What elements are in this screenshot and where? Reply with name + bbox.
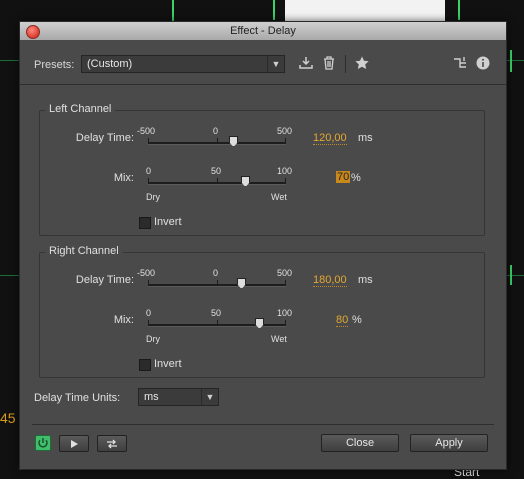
right-delay-value[interactable]: 180,00 [313, 274, 347, 287]
waveform-spike [458, 0, 460, 20]
right-mix-dry-label: Dry [146, 334, 160, 344]
play-icon [71, 440, 78, 448]
right-delay-label: Delay Time: [75, 274, 134, 286]
tick-mark [217, 138, 218, 143]
tick-mark [217, 320, 218, 325]
right-mix-tick-mid: 50 [211, 308, 222, 318]
left-delay-unit: ms [358, 132, 373, 144]
tick-mark [217, 280, 218, 285]
right-delay-tick-max: 500 [277, 268, 293, 278]
power-icon [38, 438, 48, 448]
waveform-spike [510, 50, 512, 72]
right-mix-unit: % [352, 314, 362, 326]
presets-label: Presets: [34, 59, 75, 71]
right-invert-checkbox[interactable] [139, 359, 151, 371]
chevron-down-icon: ▼ [201, 389, 218, 405]
left-delay-tick-mid: 0 [213, 126, 219, 136]
left-mix-tick-min: 0 [146, 166, 152, 176]
waveform-spike [510, 265, 512, 285]
window-title: Effect - Delay [230, 25, 296, 37]
tick-mark [148, 138, 149, 143]
presets-dropdown[interactable]: (Custom) ▼ [81, 55, 285, 73]
right-delay-tick-min: -500 [137, 268, 156, 278]
tick-mark [217, 178, 218, 183]
loop-icon [107, 439, 117, 449]
close-button[interactable]: Close [321, 434, 399, 452]
left-delay-value[interactable]: 120,00 [313, 132, 347, 145]
tick-mark [148, 320, 149, 325]
left-mix-tick-mid: 50 [211, 166, 222, 176]
left-mix-label: Mix: [113, 172, 134, 184]
left-invert-label: Invert [154, 216, 182, 228]
left-mix-wet-label: Wet [271, 192, 287, 202]
apply-button[interactable]: Apply [410, 434, 488, 452]
tick-mark [285, 280, 286, 285]
right-delay-tick-mid: 0 [213, 268, 219, 278]
power-toggle-button[interactable] [35, 435, 51, 451]
right-mix-wet-label: Wet [271, 334, 287, 344]
tick-mark [285, 178, 286, 183]
left-channel-title: Left Channel [45, 103, 116, 115]
delay-units-dropdown[interactable]: ms ▼ [138, 388, 219, 406]
right-channel-title: Right Channel [45, 245, 123, 257]
delay-units-value: ms [144, 391, 159, 403]
tick-mark [148, 178, 149, 183]
delay-units-label: Delay Time Units: [34, 392, 121, 404]
routing-icon[interactable] [452, 55, 468, 74]
left-mix-unit: % [351, 172, 361, 184]
right-mix-tick-min: 0 [146, 308, 152, 318]
close-window-button[interactable] [26, 25, 40, 39]
play-button[interactable] [59, 435, 89, 452]
left-mix-value[interactable]: 70 [336, 171, 351, 183]
left-delay-tick-min: -500 [137, 126, 156, 136]
tick-mark [285, 138, 286, 143]
chevron-down-icon: ▼ [267, 56, 284, 72]
divider [20, 84, 506, 85]
right-mix-value[interactable]: 80 [336, 314, 349, 327]
presets-value: (Custom) [87, 58, 133, 70]
divider [32, 424, 494, 425]
effect-delay-dialog: Effect - Delay Presets: (Custom) ▼ Left … [19, 21, 507, 470]
left-mix-tick-max: 100 [277, 166, 293, 176]
star-icon[interactable] [354, 55, 370, 74]
right-mix-label: Mix: [113, 314, 134, 326]
left-mix-dry-label: Dry [146, 192, 160, 202]
left-delay-label: Delay Time: [75, 132, 134, 144]
delete-preset-icon[interactable] [321, 55, 337, 74]
left-invert-checkbox[interactable] [139, 217, 151, 229]
info-icon[interactable] [475, 55, 491, 74]
loop-button[interactable] [97, 435, 127, 452]
tick-mark [285, 320, 286, 325]
save-preset-icon[interactable] [298, 55, 314, 74]
left-delay-tick-max: 500 [277, 126, 293, 136]
waveform-spike [273, 0, 275, 20]
toolbar-separator [345, 55, 346, 73]
right-mix-tick-max: 100 [277, 308, 293, 318]
right-invert-label: Invert [154, 358, 182, 370]
right-delay-unit: ms [358, 274, 373, 286]
background-time-readout: 45 [0, 410, 16, 426]
waveform-spike [172, 0, 174, 22]
tick-mark [148, 280, 149, 285]
title-bar[interactable]: Effect - Delay [20, 22, 506, 40]
